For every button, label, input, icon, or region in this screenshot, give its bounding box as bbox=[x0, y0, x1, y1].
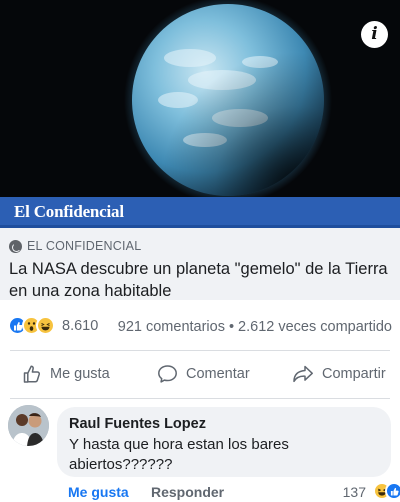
share-button[interactable]: Compartir bbox=[292, 364, 386, 384]
post-actions: Me gusta Comentar Compartir bbox=[0, 355, 400, 395]
link-preview[interactable]: EL CONFIDENCIAL La NASA descubre un plan… bbox=[0, 228, 400, 300]
link-source-label: EL CONFIDENCIAL bbox=[27, 239, 142, 253]
planet-illustration bbox=[0, 0, 400, 197]
link-headline[interactable]: La NASA descubre un planeta "gemelo" de … bbox=[9, 258, 394, 302]
divider bbox=[10, 350, 390, 351]
comment-actions: Me gusta Responder 137 bbox=[0, 482, 400, 502]
comment-reaction-count[interactable]: 137 bbox=[343, 484, 366, 500]
share-button-label: Compartir bbox=[322, 366, 386, 382]
like-icon bbox=[385, 482, 400, 500]
post-stats: 8.610 921 comentarios • 2.612 veces compar… bbox=[0, 312, 400, 342]
link-source: EL CONFIDENCIAL bbox=[9, 239, 141, 253]
profile-photo bbox=[8, 405, 49, 446]
comment-count[interactable]: 921 comentarios bbox=[118, 319, 225, 335]
comment-reply-button[interactable]: Responder bbox=[151, 484, 224, 500]
comment-reaction-summary[interactable] bbox=[373, 482, 400, 500]
share-arrow-icon bbox=[293, 365, 313, 383]
like-button[interactable]: Me gusta bbox=[22, 364, 110, 384]
comment-like-button[interactable]: Me gusta bbox=[68, 484, 129, 500]
separator-dot: • bbox=[228, 319, 235, 335]
comment-author[interactable]: Raul Fuentes Lopez bbox=[69, 416, 206, 432]
comment-button-label: Comentar bbox=[186, 366, 250, 382]
info-button[interactable]: i bbox=[361, 21, 388, 48]
link-icon bbox=[9, 239, 22, 253]
comments-share-summary: 921 comentarios • 2.612 veces compartido bbox=[118, 319, 392, 335]
comment-bubble: Raul Fuentes Lopez Y hasta que hora esta… bbox=[57, 407, 391, 477]
comment-text: Y hasta que hora estan los bares abierto… bbox=[69, 436, 289, 473]
reaction-summary[interactable]: 8.610 bbox=[8, 316, 98, 335]
avatar[interactable] bbox=[8, 405, 49, 446]
comment-bubble-icon bbox=[158, 365, 177, 383]
haha-icon bbox=[36, 316, 55, 335]
post-image[interactable]: i bbox=[0, 0, 400, 197]
reaction-count: 8.610 bbox=[62, 317, 99, 334]
divider bbox=[10, 398, 390, 399]
publisher-brand-bar[interactable]: El Confidencial bbox=[0, 197, 400, 228]
thumbs-up-icon bbox=[23, 365, 41, 383]
info-icon: i bbox=[371, 24, 378, 44]
comment-button[interactable]: Comentar bbox=[157, 364, 250, 384]
publisher-logo-text: El Confidencial bbox=[14, 202, 124, 221]
like-button-label: Me gusta bbox=[50, 366, 110, 382]
share-count[interactable]: 2.612 veces compartido bbox=[238, 319, 392, 335]
